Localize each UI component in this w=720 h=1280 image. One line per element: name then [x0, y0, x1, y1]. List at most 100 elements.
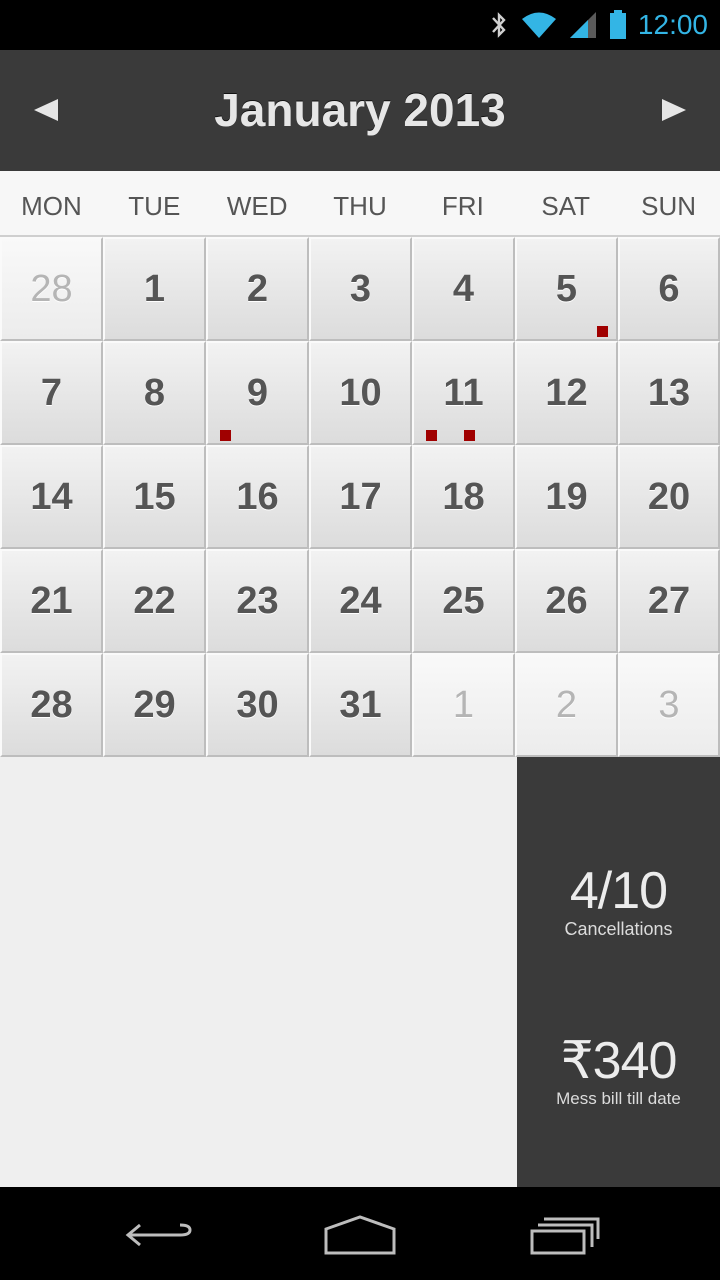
day-cell-w0-sun[interactable]: 6 [618, 237, 720, 341]
day-cell-w4-tue[interactable]: 29 [103, 653, 206, 757]
day-cell-w3-fri[interactable]: 25 [412, 549, 515, 653]
event-marker [426, 430, 437, 441]
recent-apps-button[interactable] [524, 1209, 604, 1259]
day-number: 20 [647, 475, 691, 518]
calendar-grid: 28 1 2 3 4 5 6 7 8 9 10 11 12 13 14 15 16 17 18 19 20 21 22 23 2… [0, 237, 720, 757]
day-number: 1 [143, 267, 166, 310]
day-number: 30 [236, 683, 279, 726]
day-number: 23 [236, 579, 279, 622]
day-cell-w2-fri[interactable]: 18 [412, 445, 515, 549]
day-number: 18 [442, 475, 485, 518]
day-number: 3 [658, 683, 680, 726]
weekday-sat: SAT [541, 191, 591, 221]
day-cell-w2-sun[interactable]: 20 [618, 445, 720, 549]
home-button[interactable] [320, 1209, 400, 1259]
day-cell-w4-sun[interactable]: 3 [618, 653, 720, 757]
day-cell-w0-fri[interactable]: 4 [412, 237, 515, 341]
day-cell-w2-thu[interactable]: 17 [309, 445, 412, 549]
day-number: 9 [246, 371, 269, 414]
day-number: 2 [246, 267, 269, 310]
status-bar: 12:00 [0, 0, 720, 50]
day-cell-w0-tue[interactable]: 1 [103, 237, 206, 341]
wifi-icon [521, 12, 556, 38]
day-number: 2 [555, 683, 578, 726]
weekday-tue: TUE [128, 191, 181, 221]
home-icon [324, 1215, 396, 1255]
day-cell-w1-tue[interactable]: 8 [103, 341, 206, 445]
day-number: 28 [30, 683, 73, 726]
day-cell-w3-sun[interactable]: 27 [618, 549, 720, 653]
day-number: 3 [349, 267, 372, 310]
day-cell-w0-thu[interactable]: 3 [309, 237, 412, 341]
navigation-bar [0, 1187, 720, 1280]
day-cell-w3-wed[interactable]: 23 [206, 549, 309, 653]
day-number: 22 [133, 579, 176, 622]
weekday-wed: WED [226, 191, 288, 221]
day-cell-w3-tue[interactable]: 22 [103, 549, 206, 653]
weekday-header: MON TUE WED THU FRI SAT SUN [0, 171, 720, 237]
day-number: 7 [40, 371, 63, 414]
day-cell-w2-tue[interactable]: 15 [103, 445, 206, 549]
cancellations-value: 4/10 [569, 862, 668, 920]
day-number: 31 [339, 683, 382, 726]
month-title: January 2013 [214, 84, 506, 136]
day-cell-w2-mon[interactable]: 14 [0, 445, 103, 549]
day-number: 10 [339, 371, 382, 414]
weekday-sun: SUN [641, 191, 697, 221]
right-arrow-icon [662, 99, 686, 121]
battery-icon [609, 10, 626, 39]
clock: 12:00 [637, 9, 708, 40]
status-icons: 12:00 [488, 6, 708, 44]
day-cell-w1-sun[interactable]: 13 [618, 341, 720, 445]
day-number: 21 [30, 579, 73, 622]
day-cell-w2-sat[interactable]: 19 [515, 445, 618, 549]
day-cell-w2-wed[interactable]: 16 [206, 445, 309, 549]
summary-panel: 4/10 Cancellations ₹340 Mess bill till d… [517, 757, 720, 1187]
weekday-fri: FRI [441, 191, 484, 221]
day-number: 4 [452, 267, 475, 310]
bluetooth-icon [492, 12, 506, 38]
recent-apps-icon [530, 1217, 600, 1255]
day-number: 17 [339, 475, 382, 518]
day-number: 25 [442, 579, 485, 622]
bill-label: Mess bill till date [556, 1089, 681, 1108]
day-number: 5 [555, 267, 578, 310]
event-marker [597, 326, 608, 337]
back-button[interactable] [120, 1209, 200, 1259]
day-number: 27 [647, 579, 691, 622]
day-cell-w1-sat[interactable]: 12 [515, 341, 618, 445]
event-marker [464, 430, 475, 441]
back-icon [125, 1223, 192, 1247]
day-cell-w4-mon[interactable]: 28 [0, 653, 103, 757]
bill-value: ₹340 [560, 1032, 678, 1090]
day-number: 29 [133, 683, 176, 726]
weekday-thu: THU [333, 191, 387, 221]
day-cell-w0-mon[interactable]: 28 [0, 237, 103, 341]
day-number: 15 [133, 475, 176, 518]
day-number: 28 [30, 267, 73, 310]
event-marker [220, 430, 231, 441]
day-number: 14 [30, 475, 73, 518]
day-cell-w1-thu[interactable]: 10 [309, 341, 412, 445]
day-number: 12 [545, 371, 588, 414]
day-number: 26 [545, 579, 588, 622]
signal-icon [569, 12, 596, 38]
day-cell-w3-sat[interactable]: 26 [515, 549, 618, 653]
day-cell-w3-thu[interactable]: 24 [309, 549, 412, 653]
day-number: 6 [658, 267, 680, 310]
month-header: January 2013 [0, 50, 720, 171]
day-cell-w0-wed[interactable]: 2 [206, 237, 309, 341]
day-cell-w4-wed[interactable]: 30 [206, 653, 309, 757]
day-number: 16 [236, 475, 279, 518]
day-number: 11 [443, 371, 484, 414]
day-cell-w4-thu[interactable]: 31 [309, 653, 412, 757]
cancellations-label: Cancellations [564, 919, 673, 939]
day-cell-w4-sat[interactable]: 2 [515, 653, 618, 757]
next-month-button[interactable] [654, 90, 694, 130]
day-number: 1 [452, 683, 475, 726]
day-cell-w4-fri[interactable]: 1 [412, 653, 515, 757]
day-number: 13 [647, 371, 691, 414]
day-cell-w1-mon[interactable]: 7 [0, 341, 103, 445]
day-number: 19 [545, 475, 588, 518]
day-cell-w3-mon[interactable]: 21 [0, 549, 103, 653]
